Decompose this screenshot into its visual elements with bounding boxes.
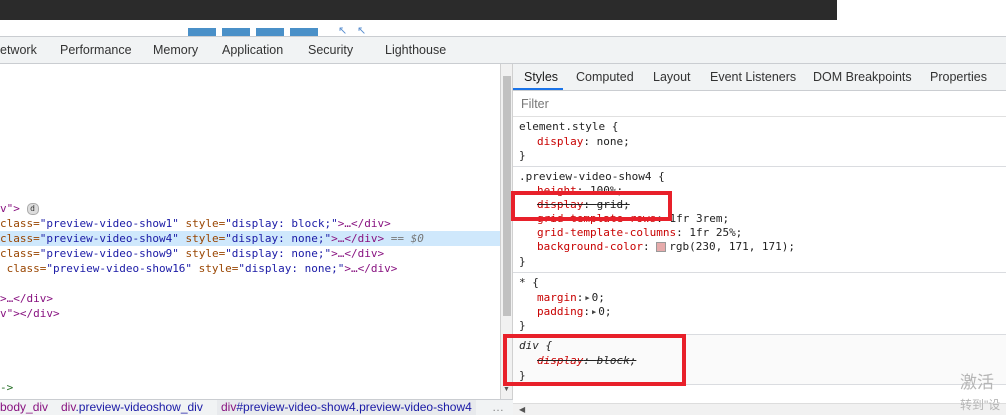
- tab-lighthouse[interactable]: Lighthouse: [385, 43, 446, 57]
- css-declaration[interactable]: display: none;: [537, 135, 630, 149]
- scrollbar-thumb[interactable]: [503, 76, 511, 316]
- tree-row-show4-selected[interactable]: class="preview-video-show4" style="displ…: [0, 231, 500, 246]
- rule-close: }: [519, 255, 526, 268]
- breadcrumb: body_div div.preview-videoshow_div div#p…: [0, 399, 513, 415]
- rule-selector[interactable]: * {: [519, 276, 539, 290]
- sidebar-tabs: Styles Computed Layout Event Listeners D…: [513, 64, 1006, 91]
- rule-selector[interactable]: .preview-video-show4 {: [519, 170, 665, 184]
- tab-network[interactable]: etwork: [0, 43, 37, 57]
- rule-selector[interactable]: div {: [519, 339, 552, 353]
- elements-scrollbar[interactable]: ▼: [500, 64, 513, 399]
- tab-dom-breakpoints[interactable]: DOM Breakpoints: [813, 70, 912, 84]
- tree-row-show16[interactable]: class="preview-video-show16" style="disp…: [0, 261, 398, 276]
- page-top-strip: ↖ ↖: [0, 0, 1006, 37]
- filter-bar: [513, 91, 1006, 117]
- css-declaration[interactable]: grid-template-rows: 1fr 3rem;: [537, 212, 729, 226]
- rule-selector[interactable]: element.style {: [519, 120, 618, 134]
- expand-triangle-icon[interactable]: ▶: [592, 308, 596, 316]
- breadcrumb-more-icon[interactable]: …: [492, 400, 504, 415]
- tree-line[interactable]: v"></div>: [0, 306, 60, 321]
- tree-row-show1[interactable]: class="preview-video-show1" style="displ…: [0, 216, 391, 231]
- rule-element-style: element.style { display: none; }: [513, 117, 1006, 167]
- css-declaration[interactable]: padding: ▶ 0;: [537, 305, 611, 319]
- elements-tree: d v"> class="preview-video-show1" style=…: [0, 64, 500, 399]
- tab-memory[interactable]: Memory: [153, 43, 198, 57]
- styles-filter-input[interactable]: [519, 95, 993, 113]
- expand-triangle-icon[interactable]: ▶: [585, 294, 589, 302]
- tree-line[interactable]: >…</div>: [0, 291, 53, 306]
- tab-computed[interactable]: Computed: [576, 70, 634, 84]
- active-tab-indicator: [513, 88, 563, 90]
- rule-preview-video-show4: .preview-video-show4 { height: 100%; dis…: [513, 167, 1006, 273]
- color-swatch[interactable]: [656, 242, 667, 252]
- css-declaration[interactable]: background-color: rgb(230, 171, 171);: [537, 240, 795, 254]
- tag-text: v">: [0, 202, 20, 215]
- tree-line[interactable]: v">: [0, 201, 20, 216]
- rule-div-user-agent: div { display: block; }: [513, 335, 1006, 385]
- rule-close: }: [519, 149, 526, 162]
- breadcrumb-item[interactable]: body_div: [0, 400, 48, 415]
- badge-icon: d: [26, 203, 39, 215]
- css-declaration[interactable]: height: 100%;: [537, 184, 623, 198]
- styles-pane: Styles Computed Layout Event Listeners D…: [513, 64, 1006, 415]
- css-declaration-overridden[interactable]: display: block;: [537, 354, 636, 368]
- tab-properties[interactable]: Properties: [930, 70, 987, 84]
- rule-universal: * { margin: ▶ 0; padding: ▶ 0; }: [513, 273, 1006, 335]
- css-declaration[interactable]: margin: ▶ 0;: [537, 291, 605, 305]
- tree-comment[interactable]: ->: [0, 380, 13, 395]
- tab-layout[interactable]: Layout: [653, 70, 691, 84]
- css-declaration-overridden[interactable]: display: grid;: [537, 198, 630, 212]
- tree-row-show9[interactable]: class="preview-video-show9" style="displ…: [0, 246, 384, 261]
- selected-marker: == $0: [384, 232, 424, 245]
- breadcrumb-item[interactable]: div.preview-videoshow_div: [61, 400, 203, 415]
- scroll-down-icon[interactable]: ▼: [503, 386, 510, 393]
- scroll-left-icon[interactable]: ◀: [519, 405, 525, 414]
- watermark-text: 转到"设: [960, 398, 1001, 412]
- tree-line[interactable]: d: [0, 186, 39, 215]
- watermark-text: 激活: [960, 373, 994, 392]
- tab-performance[interactable]: Performance: [60, 43, 132, 57]
- breadcrumb-item-current[interactable]: div#preview-video-show4.preview-video-sh…: [217, 400, 476, 415]
- tab-security[interactable]: Security: [308, 43, 353, 57]
- tab-event-listeners[interactable]: Event Listeners: [710, 70, 796, 84]
- styles-horizontal-scrollbar[interactable]: ◀: [513, 403, 1006, 415]
- page-dark-bar: [0, 0, 837, 20]
- page-blue-blocks: [188, 28, 318, 36]
- tab-styles[interactable]: Styles: [524, 70, 558, 84]
- tab-application[interactable]: Application: [222, 43, 283, 57]
- css-declaration[interactable]: grid-template-columns: 1fr 25%;: [537, 226, 742, 240]
- rule-close: }: [519, 369, 526, 382]
- devtools-main-tabs: etwork Performance Memory Application Se…: [0, 36, 1006, 64]
- rule-close: }: [519, 319, 526, 332]
